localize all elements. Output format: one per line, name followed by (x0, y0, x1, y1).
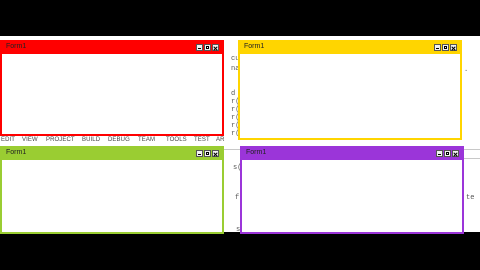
minimize-icon[interactable] (434, 44, 441, 51)
menu-build[interactable]: BUILD (82, 137, 100, 143)
code-fragment-12: f (235, 194, 240, 202)
close-icon[interactable] (212, 44, 219, 51)
title-bar[interactable]: Form1 (2, 42, 222, 54)
divider-line (462, 158, 480, 159)
maximize-icon[interactable] (204, 150, 211, 157)
window-controls (196, 44, 219, 52)
maximize-icon[interactable] (444, 150, 451, 157)
title-bar[interactable]: Form1 (2, 148, 222, 160)
form-window-red[interactable]: Form1 (0, 40, 224, 136)
code-fragment-9: . (464, 66, 469, 74)
code-fragment-10: te (466, 194, 475, 202)
window-controls (434, 44, 457, 52)
form-window-purple[interactable]: Form1 (240, 146, 464, 234)
minimize-icon[interactable] (196, 150, 203, 157)
menu-team[interactable]: TEAM (138, 137, 155, 143)
window-title: Form1 (6, 43, 27, 50)
close-icon[interactable] (452, 150, 459, 157)
minimize-icon[interactable] (436, 150, 443, 157)
maximize-icon[interactable] (442, 44, 449, 51)
form-client-area[interactable] (4, 160, 220, 230)
form-window-green[interactable]: Form1 (0, 146, 224, 234)
title-bar[interactable]: Form1 (240, 42, 460, 54)
close-icon[interactable] (450, 44, 457, 51)
form-client-area[interactable] (244, 160, 460, 230)
form-window-yellow[interactable]: Form1 (238, 40, 462, 140)
window-title: Form1 (246, 149, 267, 156)
close-icon[interactable] (212, 150, 219, 157)
menu-edit[interactable]: EDIT (1, 137, 15, 143)
menu-tools[interactable]: TOOLS (166, 137, 187, 143)
window-controls (436, 150, 459, 158)
window-title: Form1 (244, 43, 265, 50)
screen: cu na d r( r( r( r( r( . te s( f s EDIT … (0, 0, 480, 270)
menu-ar[interactable]: AR (216, 137, 225, 143)
form-client-area[interactable] (4, 54, 220, 132)
window-controls (196, 150, 219, 158)
menu-debug[interactable]: DEBUG (108, 137, 130, 143)
menu-project[interactable]: PROJECT (46, 137, 75, 143)
minimize-icon[interactable] (196, 44, 203, 51)
form-client-area[interactable] (242, 54, 458, 136)
menu-test[interactable]: TEST (194, 137, 210, 143)
maximize-icon[interactable] (204, 44, 211, 51)
window-title: Form1 (6, 149, 27, 156)
title-bar[interactable]: Form1 (242, 148, 462, 160)
menu-view[interactable]: VIEW (22, 137, 38, 143)
